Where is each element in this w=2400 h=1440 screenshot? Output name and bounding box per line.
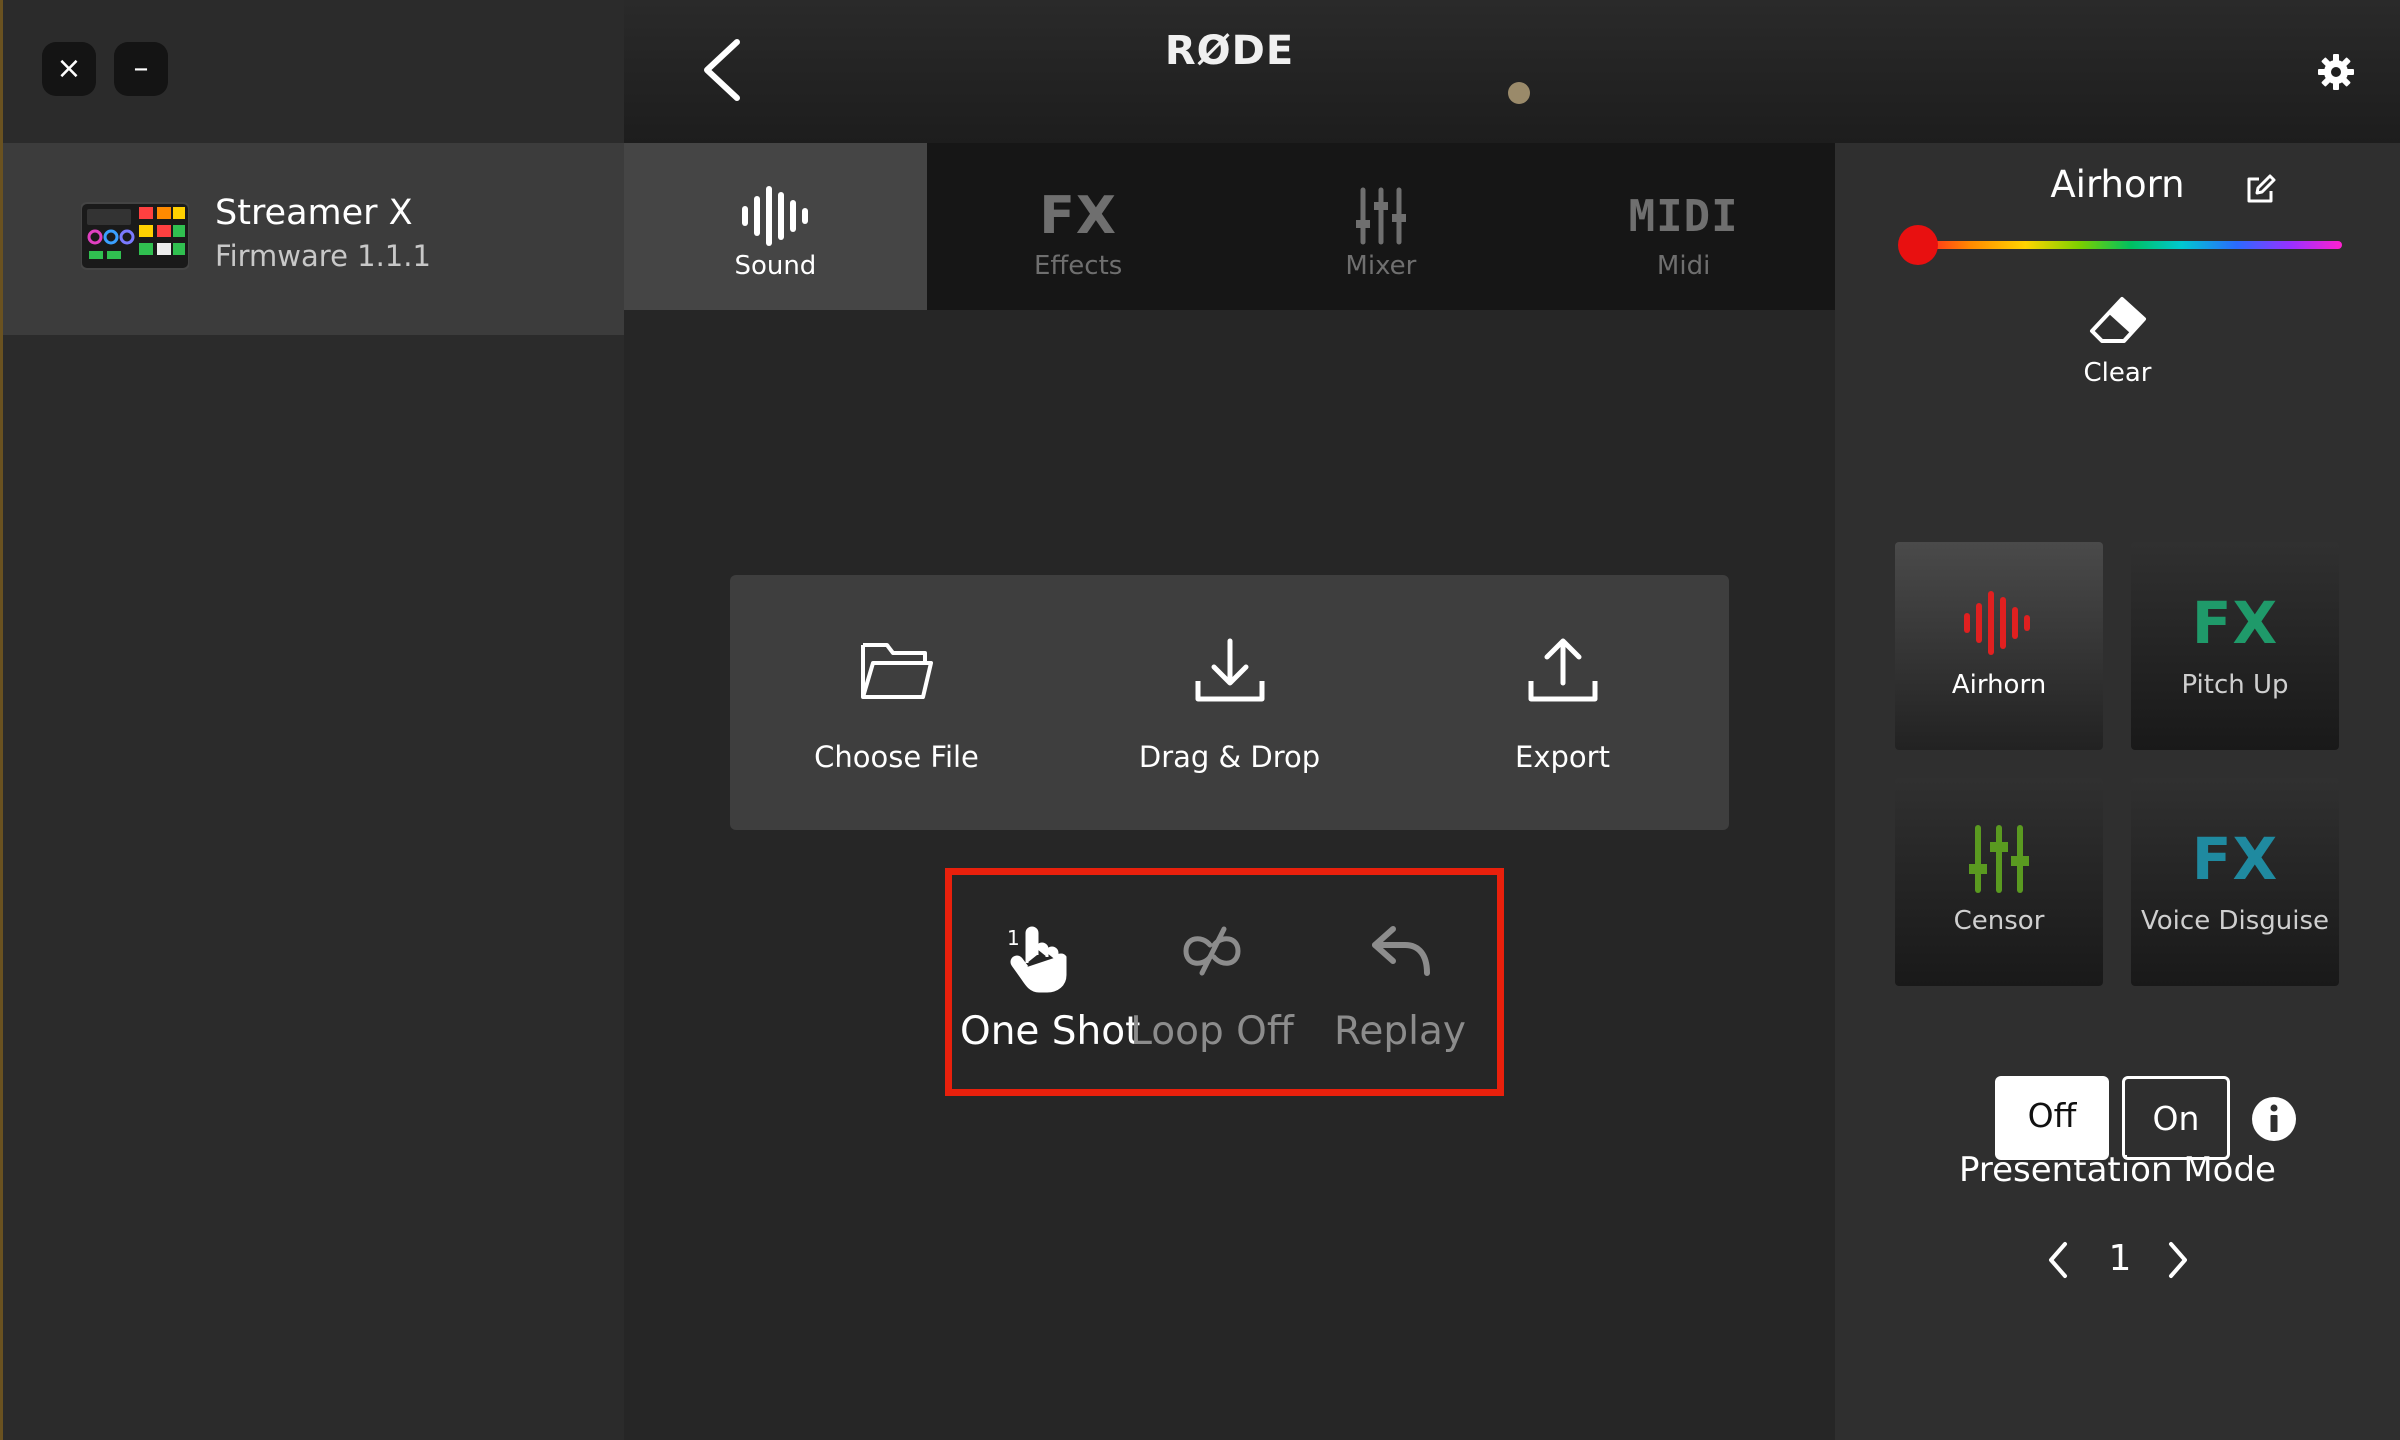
upload-icon	[1396, 637, 1729, 717]
device-thumbnail-icon	[81, 202, 189, 270]
waveform-icon	[1895, 590, 2103, 656]
color-slider[interactable]	[1920, 241, 2342, 249]
replay-label: Replay	[1334, 1009, 1466, 1054]
clear-button[interactable]: Clear	[1835, 293, 2400, 393]
device-card[interactable]: Streamer X Firmware 1.1.1	[3, 143, 624, 335]
mixer-sliders-icon	[1895, 825, 2103, 893]
loop-off-label: Loop Off	[1130, 1009, 1294, 1054]
file-actions-panel: Choose File Drag & Drop Export	[730, 575, 1729, 830]
tab-sound[interactable]: Sound	[624, 143, 927, 310]
close-window-button[interactable]: ×	[42, 42, 96, 96]
page-number: 1	[2108, 1238, 2132, 1279]
pad-name: Airhorn	[2050, 163, 2185, 206]
pad-airhorn[interactable]: Airhorn	[1895, 542, 2103, 750]
drag-drop-label: Drag & Drop	[1138, 740, 1321, 774]
presentation-on-button[interactable]: On	[2122, 1076, 2230, 1160]
pad-label: Pitch Up	[2181, 670, 2289, 700]
choose-file-button[interactable]: Choose File	[730, 575, 1063, 830]
download-icon	[1063, 637, 1396, 717]
tap-hand-icon: 1	[960, 923, 1116, 993]
replay-icon	[1302, 923, 1498, 993]
tab-label: Mixer	[1345, 251, 1417, 281]
play-mode-group: 1 One Shot Loop Off Replay	[945, 868, 1504, 1096]
chevron-right-icon[interactable]	[2165, 1240, 2191, 1280]
eraser-icon	[2090, 297, 2146, 343]
export-label: Export	[1515, 740, 1610, 774]
chevron-left-icon[interactable]	[2045, 1240, 2071, 1280]
tab-effects[interactable]: FX Effects	[927, 143, 1230, 310]
device-firmware: Firmware 1.1.1	[215, 239, 431, 273]
loop-off-icon	[1126, 923, 1298, 993]
export-button[interactable]: Export	[1396, 575, 1729, 830]
midi-icon: MIDI	[1628, 190, 1739, 242]
close-icon: ×	[56, 51, 82, 86]
folder-icon	[730, 637, 1063, 717]
device-sidebar: × – Streamer X Firmware 1.1.1	[0, 0, 624, 1440]
mixer-sliders-icon	[1230, 183, 1533, 249]
tab-label: Midi	[1656, 251, 1711, 281]
minimize-window-button[interactable]: –	[114, 42, 168, 96]
drag-drop-button[interactable]: Drag & Drop	[1063, 575, 1396, 830]
device-name: Streamer X	[215, 193, 413, 233]
color-slider-handle[interactable]	[1898, 225, 1938, 265]
fx-icon: FX	[1039, 186, 1117, 246]
waveform-icon	[624, 183, 927, 249]
tab-label: Sound	[734, 251, 817, 281]
brand-logo: RØDE	[1164, 28, 1295, 74]
app-window: × – Streamer X Firmware 1.1.1 RØDE Sound…	[0, 0, 2400, 1440]
minimize-icon: –	[133, 51, 149, 86]
pad-pitch-up[interactable]: FX Pitch Up	[2131, 542, 2339, 750]
pad-label: Censor	[1953, 906, 2045, 936]
top-bar: RØDE	[624, 0, 1835, 143]
main-panel: RØDE Sound FX Effects Mixer MIDI Midi Ch…	[624, 0, 1835, 1440]
one-shot-label: One Shot	[960, 1009, 1141, 1054]
tab-mixer[interactable]: Mixer	[1230, 143, 1533, 310]
replay-button[interactable]: Replay	[1302, 875, 1498, 1089]
pad-page-pager: 1	[1835, 1232, 2400, 1292]
svg-text:1: 1	[1007, 926, 1020, 950]
presentation-off-button[interactable]: Off	[1995, 1076, 2109, 1160]
tab-label: Effects	[1033, 251, 1123, 281]
pad-label: Airhorn	[1951, 670, 2047, 700]
tab-midi[interactable]: MIDI Midi	[1532, 143, 1835, 310]
edit-icon[interactable]	[2245, 173, 2277, 205]
brand-logo-dot	[1508, 82, 1530, 104]
gear-icon[interactable]	[2316, 52, 2356, 92]
loop-off-button[interactable]: Loop Off	[1126, 875, 1298, 1089]
choose-file-label: Choose File	[814, 740, 979, 774]
fx-icon: FX	[2191, 825, 2279, 893]
info-icon[interactable]	[2251, 1096, 2297, 1142]
clear-label: Clear	[2083, 358, 2152, 388]
pad-censor[interactable]: Censor	[1895, 778, 2103, 986]
pad-voice-disguise[interactable]: FX Voice Disguise	[2131, 778, 2339, 986]
tab-bar: Sound FX Effects Mixer MIDI Midi	[624, 143, 1835, 310]
one-shot-button[interactable]: 1 One Shot	[960, 875, 1141, 1089]
fx-icon: FX	[2191, 589, 2279, 657]
presentation-mode-title: Presentation Mode	[1959, 1150, 2276, 1190]
pad-label: Voice Disguise	[2141, 906, 2329, 936]
